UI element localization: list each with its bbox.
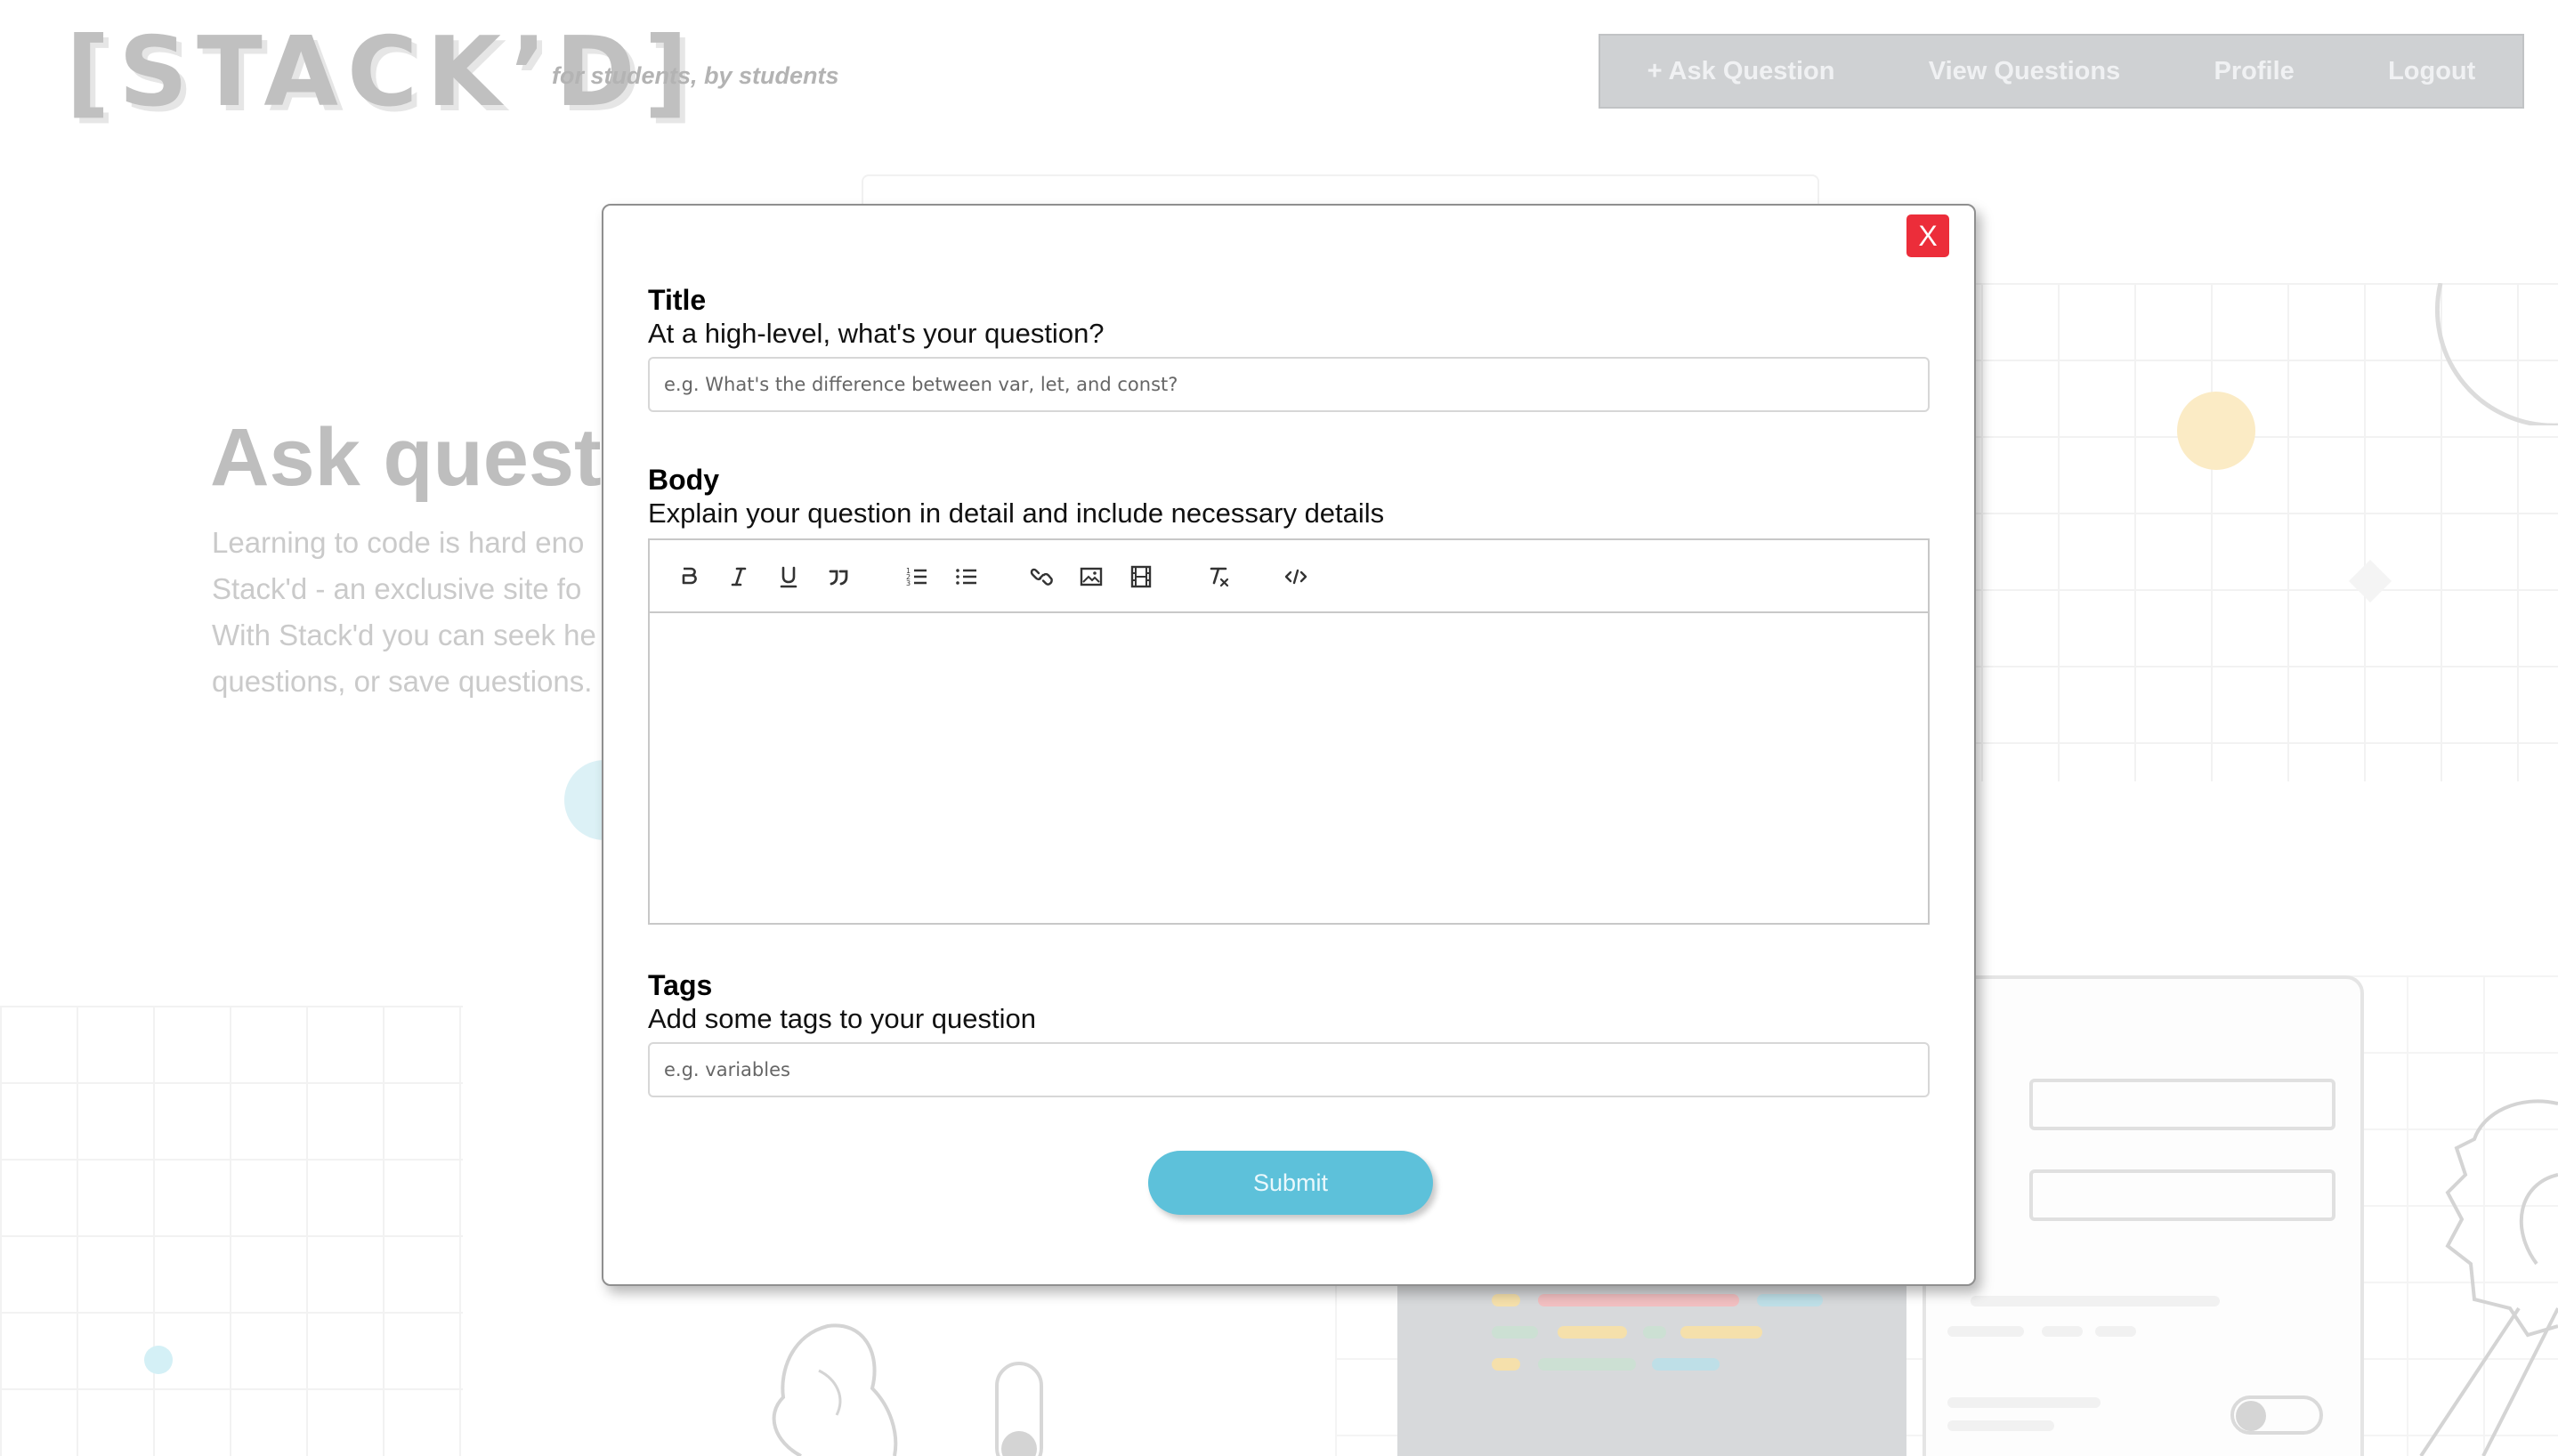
image-icon[interactable] <box>1073 559 1109 595</box>
bullet-list-icon[interactable] <box>949 559 984 595</box>
ask-question-modal: X Title At a high-level, what's your que… <box>602 204 1976 1286</box>
title-subtitle: At a high-level, what's your question? <box>648 318 1105 349</box>
tags-heading: Tags <box>648 969 713 1001</box>
ordered-list-icon[interactable]: 123 <box>899 559 935 595</box>
svg-text:3: 3 <box>906 579 911 587</box>
underline-icon[interactable] <box>771 559 806 595</box>
submit-button[interactable]: Submit <box>1148 1151 1433 1215</box>
tags-input[interactable] <box>648 1042 1930 1097</box>
italic-icon[interactable] <box>721 559 757 595</box>
blockquote-icon[interactable] <box>821 559 856 595</box>
link-icon[interactable] <box>1024 559 1059 595</box>
title-heading: Title <box>648 284 707 316</box>
clear-format-icon[interactable] <box>1202 559 1237 595</box>
body-text-area[interactable] <box>650 615 1928 923</box>
body-editor: 123 <box>648 538 1930 925</box>
title-input[interactable] <box>648 357 1930 412</box>
body-heading: Body <box>648 464 719 496</box>
editor-toolbar: 123 <box>650 540 1928 613</box>
code-icon[interactable] <box>1278 559 1314 595</box>
video-icon[interactable] <box>1123 559 1159 595</box>
tags-subtitle: Add some tags to your question <box>648 1003 1036 1034</box>
bold-icon[interactable] <box>671 559 707 595</box>
body-subtitle: Explain your question in detail and incl… <box>648 497 1385 529</box>
close-button[interactable]: X <box>1906 214 1949 257</box>
